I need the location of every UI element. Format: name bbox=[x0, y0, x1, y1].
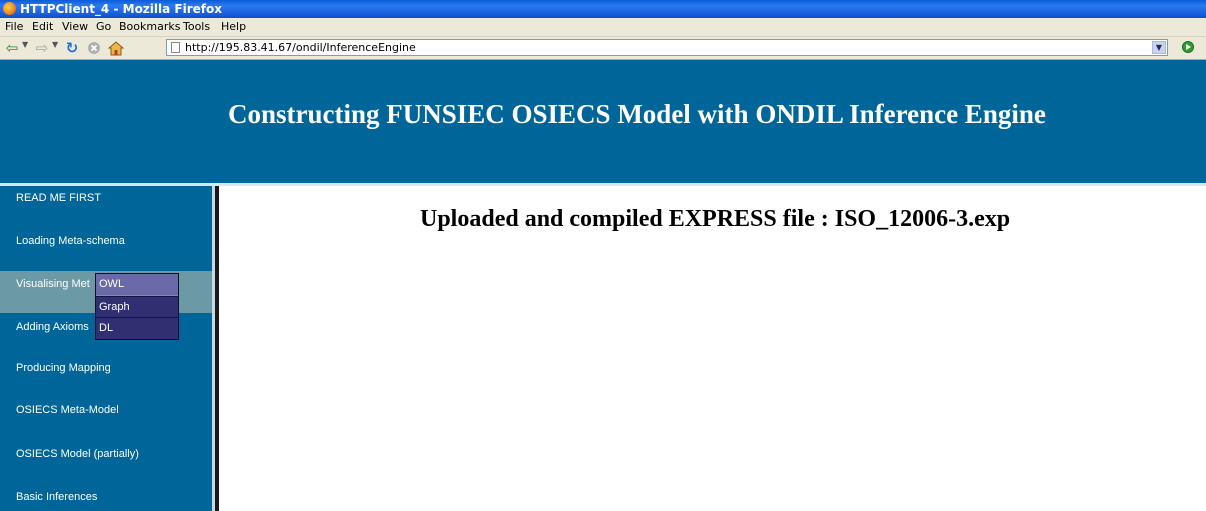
sidebar-item-producing-mapping[interactable]: Producing Mapping bbox=[0, 361, 212, 375]
page-header: Constructing FUNSIEC OSIECS Model with O… bbox=[0, 60, 1206, 183]
visualising-submenu: OWL Graph DL bbox=[95, 273, 179, 340]
forward-dropdown-icon[interactable]: ▼ bbox=[52, 40, 58, 49]
forward-icon[interactable]: ⇨ bbox=[34, 40, 50, 56]
submenu-item-label: DL bbox=[99, 322, 114, 334]
submenu-item-owl[interactable]: OWL bbox=[96, 274, 178, 295]
frame-divider[interactable] bbox=[215, 186, 219, 511]
sidebar-item-label: READ ME FIRST bbox=[16, 192, 101, 204]
menu-edit[interactable]: Edit bbox=[32, 20, 53, 34]
submenu-item-graph[interactable]: Graph bbox=[96, 296, 178, 317]
window-titlebar: HTTPClient_4 - Mozilla Firefox bbox=[0, 0, 1206, 18]
sidebar-item-label: Basic Inferences bbox=[16, 491, 98, 503]
page-icon bbox=[171, 42, 180, 53]
sidebar-item-read-me-first[interactable]: READ ME FIRST bbox=[0, 191, 212, 205]
firefox-icon bbox=[3, 2, 16, 15]
window-title: HTTPClient_4 - Mozilla Firefox bbox=[20, 2, 222, 16]
back-dropdown-icon[interactable]: ▼ bbox=[22, 40, 28, 49]
reload-icon[interactable]: ↻ bbox=[64, 40, 80, 56]
address-url[interactable]: http://195.83.41.67/ondil/InferenceEngin… bbox=[185, 41, 416, 55]
sidebar-item-label: Producing Mapping bbox=[16, 362, 111, 374]
menu-view[interactable]: View bbox=[62, 20, 88, 34]
menu-bookmarks[interactable]: Bookmarks bbox=[119, 20, 180, 34]
menu-file[interactable]: File bbox=[5, 20, 23, 34]
sidebar-item-label: OSIECS Meta-Model bbox=[16, 404, 119, 416]
home-icon[interactable] bbox=[108, 40, 124, 56]
sidebar-item-basic-inferences[interactable]: Basic Inferences bbox=[0, 490, 212, 504]
sidebar-item-osiecs-meta-model[interactable]: OSIECS Meta-Model bbox=[0, 403, 212, 417]
page-title: Constructing FUNSIEC OSIECS Model with O… bbox=[228, 99, 1046, 129]
submenu-item-label: OWL bbox=[99, 278, 125, 290]
menu-help[interactable]: Help bbox=[221, 20, 246, 34]
main-heading: Uploaded and compiled EXPRESS file : ISO… bbox=[420, 206, 1011, 232]
submenu-item-label: Graph bbox=[99, 301, 130, 313]
sidebar-item-label: Adding Axioms bbox=[16, 321, 89, 333]
navigation-toolbar: ⇦ ▼ ⇨ ▼ ↻ http://195.83.41.67/ondil/Infe… bbox=[0, 37, 1206, 60]
sidebar-item-label: Loading Meta-schema bbox=[16, 235, 125, 247]
back-icon[interactable]: ⇦ bbox=[4, 40, 20, 56]
address-bar[interactable]: http://195.83.41.67/ondil/InferenceEngin… bbox=[166, 39, 1168, 56]
sidebar-item-loading-meta-schema[interactable]: Loading Meta-schema bbox=[0, 234, 212, 248]
sidebar-item-osiecs-model[interactable]: OSIECS Model (partially) bbox=[0, 447, 212, 461]
menu-bar: File Edit View Go Bookmarks Tools Help bbox=[0, 18, 1206, 37]
sidebar-item-label: OSIECS Model (partially) bbox=[16, 448, 139, 460]
stop-icon[interactable] bbox=[86, 40, 102, 56]
menu-tools[interactable]: Tools bbox=[183, 20, 210, 34]
submenu-item-dl[interactable]: DL bbox=[96, 317, 178, 339]
sidebar-item-label: Visualising Met bbox=[16, 278, 90, 290]
go-icon[interactable] bbox=[1182, 41, 1194, 53]
address-dropdown-icon[interactable]: ▼ bbox=[1152, 41, 1166, 54]
menu-go[interactable]: Go bbox=[96, 20, 111, 34]
